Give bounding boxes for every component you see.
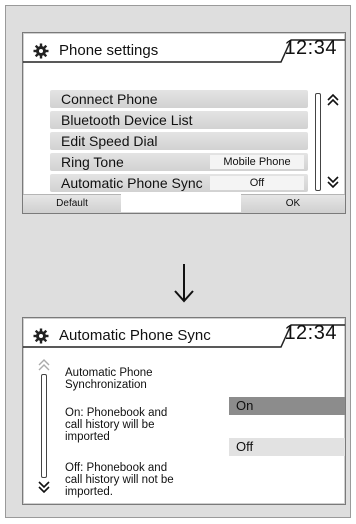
gear-icon xyxy=(33,43,49,59)
list-item-edit-speed-dial[interactable]: Edit Speed Dial xyxy=(50,132,308,150)
list-item-label: Ring Tone xyxy=(61,154,124,170)
softkey-bar: Default OK xyxy=(23,194,345,213)
list-item-label: Edit Speed Dial xyxy=(61,133,158,149)
double-chevron-down-icon[interactable] xyxy=(38,481,50,493)
option-off[interactable]: Off xyxy=(229,438,345,456)
description-line: Off: Phonebook and xyxy=(65,462,168,474)
gear-icon xyxy=(33,328,49,344)
settings-list: Connect Phone Bluetooth Device List Edit… xyxy=(50,90,308,195)
title-bar: Phone settings 12:34 xyxy=(23,33,345,69)
scrollbar[interactable] xyxy=(41,374,47,478)
double-chevron-down-icon[interactable] xyxy=(327,175,339,189)
phone-settings-screen: Phone settings 12:34 Connect Phone Bluet… xyxy=(22,32,346,214)
description-line: On: Phonebook and xyxy=(65,407,168,419)
on-description: On: Phonebook and call history will be i… xyxy=(65,407,167,443)
list-item-label: Automatic Phone Sync xyxy=(61,175,203,191)
description-heading: Automatic Phone Synchronization xyxy=(65,367,153,391)
list-item-ring-tone[interactable]: Ring Tone Mobile Phone xyxy=(50,153,308,171)
automatic-phone-sync-screen: Automatic Phone Sync 12:34 Automatic Pho… xyxy=(22,317,346,505)
description-line: imported xyxy=(65,431,110,443)
ok-button[interactable]: OK xyxy=(241,194,345,213)
description-line: call history will not be xyxy=(65,474,174,486)
auto-sync-value: Off xyxy=(210,176,304,190)
option-on[interactable]: On xyxy=(229,397,345,415)
page-title: Automatic Phone Sync xyxy=(59,327,211,344)
page-title: Phone settings xyxy=(59,42,159,59)
ring-tone-value: Mobile Phone xyxy=(210,155,304,169)
double-chevron-up-icon[interactable] xyxy=(38,359,50,371)
off-description: Off: Phonebook and call history will not… xyxy=(65,462,174,498)
list-item-automatic-phone-sync[interactable]: Automatic Phone Sync Off xyxy=(50,174,308,192)
heading-line: Automatic Phone xyxy=(65,367,153,379)
default-button[interactable]: Default xyxy=(23,194,121,213)
clock: 12:34 xyxy=(284,37,337,59)
description-line: call history will be xyxy=(65,419,155,431)
list-item-label: Bluetooth Device List xyxy=(61,112,193,128)
heading-line: Synchronization xyxy=(65,379,147,391)
list-item-connect-phone[interactable]: Connect Phone xyxy=(50,90,308,108)
list-item-label: Connect Phone xyxy=(61,91,158,107)
title-bar: Automatic Phone Sync 12:34 xyxy=(23,318,345,354)
clock: 12:34 xyxy=(284,322,337,344)
description-line: imported. xyxy=(65,486,113,498)
scrollbar[interactable] xyxy=(315,93,321,191)
double-chevron-up-icon[interactable] xyxy=(327,93,339,107)
arrow-down-icon xyxy=(174,264,194,303)
list-item-bluetooth-device-list[interactable]: Bluetooth Device List xyxy=(50,111,308,129)
figure-frame: Phone settings 12:34 Connect Phone Bluet… xyxy=(5,5,351,518)
